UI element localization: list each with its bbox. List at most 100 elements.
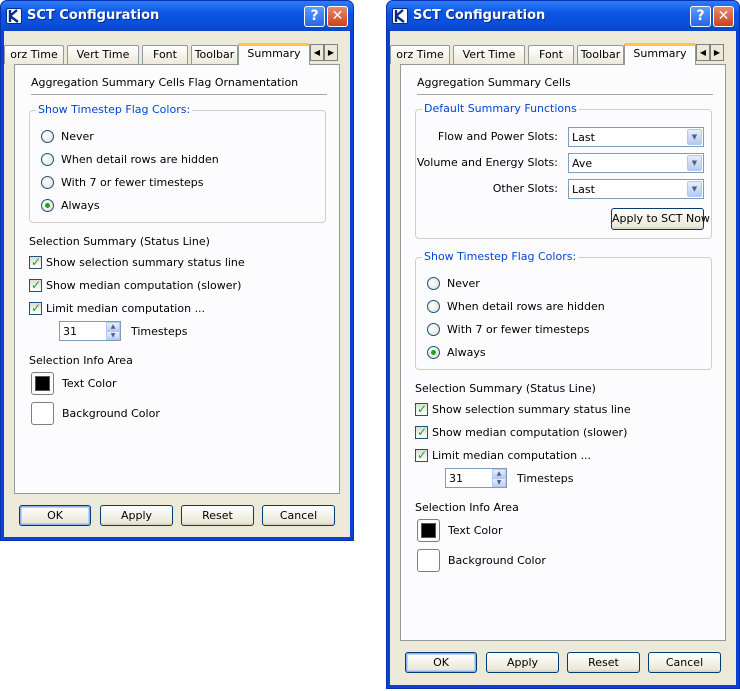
other-slots-dropdown[interactable]: Last ▼ [568,179,704,199]
reset-button[interactable]: Reset [567,652,640,673]
background-color-swatch[interactable] [417,549,440,572]
reset-button[interactable]: Reset [181,505,254,526]
spinner-buttons: ▲ ▼ [492,469,506,487]
checkbox[interactable]: ✓ [29,301,42,315]
right-titlebar[interactable]: SCT Configuration ? ✕ [387,1,739,31]
radio-label: With 7 or fewer timesteps [447,323,590,336]
group-caption: Show Timestep Flag Colors: [422,250,579,263]
left-config-window: SCT Configuration ? ✕ orz Time Vert Time… [0,0,354,541]
help-button[interactable]: ? [304,6,325,27]
dropdown-value: Last [572,131,595,144]
timesteps-spinner[interactable]: 31 ▲ ▼ [445,468,507,488]
flow-power-label: Flow and Power Slots: [437,130,558,143]
volume-energy-dropdown[interactable]: Ave ▼ [568,153,704,173]
info-area-heading: Selection Info Area [415,501,519,514]
chevron-down-icon[interactable]: ▼ [687,155,702,171]
tab-scroll-right-icon[interactable]: ▶ [710,44,724,61]
checkbox[interactable]: ✓ [415,402,428,416]
chevron-down-icon[interactable]: ▼ [687,129,702,145]
radio-selected-dot [431,350,436,355]
summary-tab-panel: Aggregation Summary Cells Flag Ornamenta… [14,64,340,494]
check-icon: ✓ [417,425,428,439]
timesteps-label: Timesteps [131,325,188,338]
tab-scroll-left-icon[interactable]: ◀ [310,44,324,61]
tab-strip: orz Time Vert Time Font Toolbar Summary … [4,43,350,65]
selection-summary-heading: Selection Summary (Status Line) [415,382,596,395]
app-logo-icon [392,8,408,24]
tab-scroll-right-icon[interactable]: ▶ [324,44,338,61]
check-label: Show median computation (slower) [46,279,242,292]
text-color-swatch[interactable] [417,519,440,542]
flag-colors-group: Show Timestep Flag Colors: Never When de… [415,250,712,370]
left-titlebar[interactable]: SCT Configuration ? ✕ [1,1,353,31]
radio-label: Never [447,277,480,290]
spinner-value[interactable]: 31 [63,325,77,338]
radio-button[interactable] [41,153,54,166]
other-slots-label: Other Slots: [492,182,558,195]
radio-label: Always [447,346,486,359]
spin-up-icon[interactable]: ▲ [106,322,120,331]
check-icon: ✓ [31,301,42,315]
radio-label: When detail rows are hidden [61,153,219,166]
timesteps-spinner[interactable]: 31 ▲ ▼ [59,321,121,341]
ok-button[interactable]: OK [19,505,91,526]
checkbox[interactable]: ✓ [29,278,42,292]
radio-button-selected[interactable] [41,199,54,212]
section-heading: Aggregation Summary Cells [417,76,571,89]
flag-colors-group: Show Timestep Flag Colors: Never When de… [29,103,326,223]
spinner-buttons: ▲ ▼ [106,322,120,340]
group-caption: Default Summary Functions [422,102,579,115]
tab-horz-time[interactable]: orz Time [4,45,64,64]
spin-up-icon[interactable]: ▲ [492,469,506,478]
tab-horz-time[interactable]: orz Time [390,45,450,64]
radio-button[interactable] [427,277,440,290]
cancel-button[interactable]: Cancel [262,505,335,526]
radio-label: With 7 or fewer timesteps [61,176,204,189]
tab-font[interactable]: Font [528,45,574,64]
tab-toolbar[interactable]: Toolbar [577,45,624,64]
radio-button-selected[interactable] [427,346,440,359]
checkbox[interactable]: ✓ [29,255,42,269]
radio-button[interactable] [41,130,54,143]
help-button[interactable]: ? [690,6,711,27]
tab-vert-time[interactable]: Vert Time [453,45,525,64]
check-icon: ✓ [417,448,428,462]
spin-down-icon[interactable]: ▼ [106,331,120,340]
radio-label: Always [61,199,100,212]
info-area-heading: Selection Info Area [29,354,133,367]
check-label: Show median computation (slower) [432,426,628,439]
checkbox[interactable]: ✓ [415,425,428,439]
selection-summary-heading: Selection Summary (Status Line) [29,235,210,248]
flow-power-dropdown[interactable]: Last ▼ [568,127,704,147]
text-color-swatch[interactable] [31,372,54,395]
background-color-swatch[interactable] [31,402,54,425]
close-button[interactable]: ✕ [713,6,734,27]
volume-energy-label: Volume and Energy Slots: [416,156,558,169]
apply-to-sct-button[interactable]: Apply to SCT Now [611,208,710,230]
spinner-value[interactable]: 31 [449,472,463,485]
radio-selected-dot [45,203,50,208]
tab-summary[interactable]: Summary [238,43,310,65]
close-button[interactable]: ✕ [327,6,348,27]
heading-separator [417,94,713,96]
app-logo-icon [6,8,22,24]
default-functions-group: Default Summary Functions Flow and Power… [415,102,712,239]
spin-down-icon[interactable]: ▼ [492,478,506,487]
ok-button[interactable]: OK [405,652,477,673]
radio-button[interactable] [427,323,440,336]
tab-font[interactable]: Font [142,45,188,64]
apply-button[interactable]: Apply [100,505,173,526]
right-client-area: orz Time Vert Time Font Toolbar Summary … [390,31,736,685]
radio-button[interactable] [41,176,54,189]
apply-button[interactable]: Apply [486,652,559,673]
cancel-button[interactable]: Cancel [648,652,721,673]
tab-toolbar[interactable]: Toolbar [191,45,238,64]
tab-vert-time[interactable]: Vert Time [67,45,139,64]
text-color-fill [35,376,50,391]
chevron-down-icon[interactable]: ▼ [687,181,702,197]
tab-scroll-left-icon[interactable]: ◀ [696,44,710,61]
tab-summary[interactable]: Summary [624,43,696,65]
checkbox[interactable]: ✓ [415,448,428,462]
radio-button[interactable] [427,300,440,313]
check-icon: ✓ [31,278,42,292]
